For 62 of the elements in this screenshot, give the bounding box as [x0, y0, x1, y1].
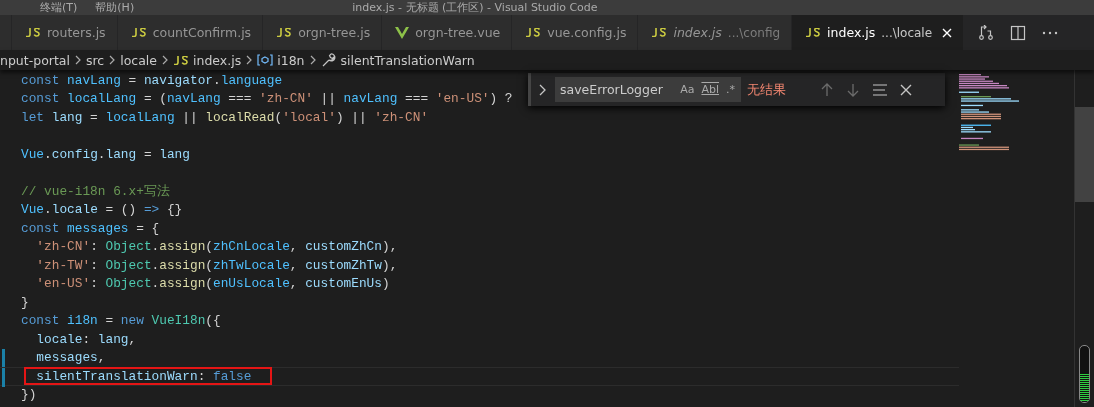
code-line: 'zh-CN': Object.assign(zhCnLocale, customZhCn), [35, 239, 398, 255]
js-icon [525, 28, 542, 37]
split-editor-icon[interactable] [1010, 24, 1027, 41]
editor-tab[interactable]: countConfirm.js [117, 15, 264, 50]
chevron-icon [246, 55, 253, 65]
breadcrumb-item[interactable]: silentTranslationWarn [320, 52, 475, 68]
menu-item[interactable]: 终端(T) [40, 0, 78, 15]
arrow-up-icon[interactable] [820, 82, 834, 97]
breadcrumb-item[interactable]: nput-portal [0, 52, 70, 68]
editor-tab[interactable]: vue.config.js [512, 15, 639, 50]
chevron-icon [309, 55, 316, 65]
js-icon [651, 28, 668, 37]
breadcrumb-item[interactable]: locale [120, 52, 158, 68]
find-option-toggle[interactable]: Abl [701, 83, 719, 96]
close-icon[interactable] [900, 83, 912, 96]
arrow-down-icon[interactable] [846, 82, 860, 97]
module-icon [257, 54, 274, 66]
find-option-toggle[interactable]: .* [726, 83, 735, 96]
js-icon [805, 28, 822, 37]
code-line: silentTranslationWarn: false [35, 368, 252, 384]
menu-item[interactable]: 帮助(H) [95, 0, 135, 15]
js-icon [276, 28, 293, 37]
editor-tab[interactable]: routers.js [12, 15, 118, 50]
editor-tab[interactable]: index.js ...\locale [792, 15, 965, 50]
compare-icon[interactable] [978, 24, 995, 41]
code-line: const messages = { [21, 220, 160, 236]
code-line: Vue.config.lang = lang [21, 146, 190, 162]
find-in-selection-icon[interactable] [872, 83, 888, 96]
chevron-icon[interactable] [539, 83, 547, 96]
code-line: } [21, 294, 29, 310]
code-line: 'en-US': Object.assign(enUsLocale, customEnUs) [35, 276, 390, 292]
code-line: locale: lang, [35, 331, 137, 347]
chevron-icon [109, 55, 116, 65]
window-title: index.js - 无标题 (工作区) - Visual Studio Code [352, 0, 598, 15]
find-result: 无结果 [747, 80, 786, 99]
find-input-field[interactable]: saveErrorLogger Aa Abl .* [555, 77, 741, 102]
code-line: let lang = localLang || localRead('local') || 'zh-CN' [21, 109, 429, 125]
vue-icon [395, 26, 410, 39]
breadcrumb-item[interactable]: src [85, 52, 105, 68]
editor-tab[interactable]: orgn-tree.js [263, 15, 383, 50]
code-line: const localLang = (navLang === 'zh-CN' || navLang === 'en-US') ? [21, 91, 513, 107]
scrollbar-thumb[interactable] [1075, 107, 1094, 202]
code-line: // vue-i18n 6.x+写法 [21, 182, 170, 200]
editor-tab[interactable]: orgn-tree.vue [382, 15, 513, 50]
code-line: Vue.locale = () => {} [21, 202, 183, 218]
code-line: }) [21, 387, 37, 403]
chevron-icon [162, 55, 169, 65]
code-line: 'zh-TW': Object.assign(zhTwLocale, customZhTw), [35, 257, 398, 273]
more-icon[interactable] [1042, 30, 1059, 35]
js-icon [25, 28, 41, 37]
breadcrumb-item[interactable]: i18n [257, 52, 305, 68]
wrench-icon [320, 52, 337, 68]
js-icon [173, 55, 190, 65]
meter [1079, 345, 1090, 403]
code-line: messages, [35, 350, 106, 366]
chevron-icon [74, 55, 81, 65]
editor-tab[interactable]: index.js ...\config [638, 15, 793, 50]
js-icon [130, 28, 147, 37]
find-option-toggle[interactable]: Aa [680, 83, 695, 96]
code-line: const i18n = new VueI18n({ [21, 313, 221, 329]
code-line: const navLang = navigator.language [21, 72, 283, 88]
breadcrumb-item[interactable]: index.js [173, 52, 242, 68]
